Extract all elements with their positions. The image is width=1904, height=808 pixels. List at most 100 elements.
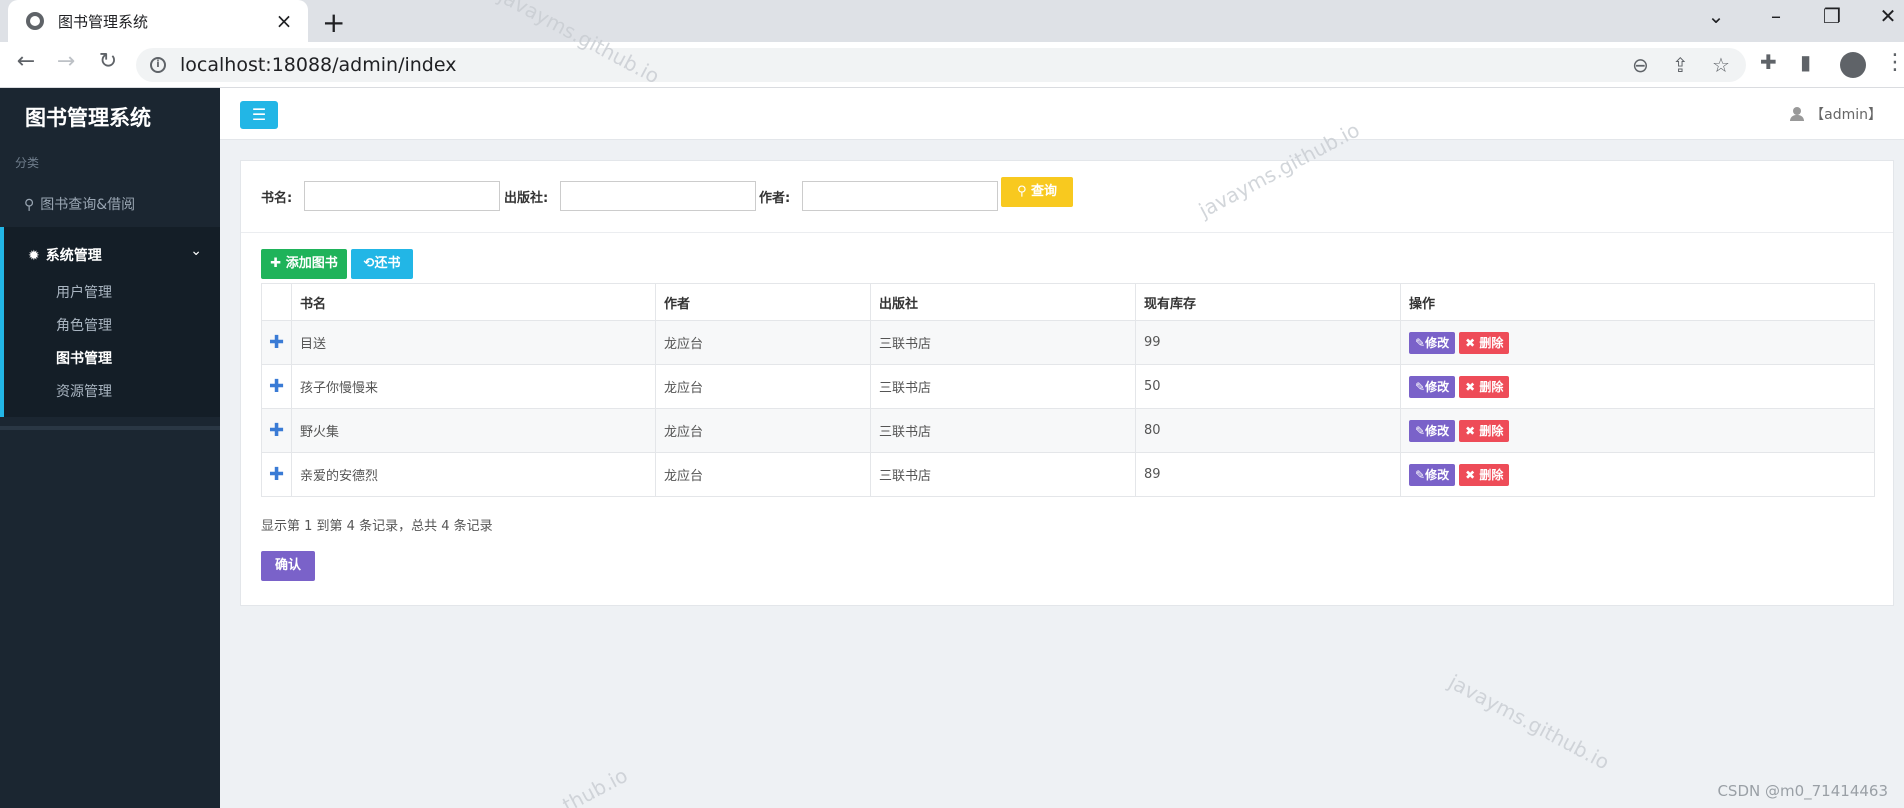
user-icon	[1790, 107, 1805, 121]
column-header-actions: 操作	[1400, 283, 1875, 321]
author-input[interactable]	[802, 181, 998, 211]
sidebar-item-books[interactable]: 图书管理	[56, 348, 112, 368]
cell-title: 孩子你慢慢来	[291, 364, 656, 409]
browser-menu-icon[interactable]: ⋮	[1884, 50, 1904, 75]
table-row: ✚ 亲爱的安德烈 龙应台 三联书店 89 ✎修改 ✖ 删除	[261, 452, 1875, 497]
sidebar-item-resources[interactable]: 资源管理	[56, 381, 112, 401]
close-tab-icon[interactable]: ×	[274, 9, 294, 33]
book-name-input[interactable]	[304, 181, 500, 211]
extensions-icon[interactable]: ✚	[1760, 50, 1777, 74]
user-name: 【admin】	[1810, 107, 1882, 123]
zoom-icon[interactable]: ⊖	[1632, 53, 1649, 77]
sidebar-group-system: ✹ 系统管理 ⌄ 用户管理 角色管理 图书管理 资源管理	[0, 227, 220, 417]
new-tab-icon[interactable]: +	[322, 6, 345, 39]
edit-button[interactable]: ✎修改	[1409, 419, 1456, 442]
share-icon[interactable]: ⇪	[1672, 53, 1689, 77]
return-book-label: 还书	[374, 256, 401, 271]
browser-tab[interactable]: 图书管理系统 ×	[8, 0, 308, 42]
cell-stock: 80	[1135, 408, 1401, 453]
sidebar-group-label: 系统管理	[45, 248, 102, 264]
query-label: 查询	[1031, 184, 1058, 199]
column-header-title[interactable]: 书名	[291, 283, 656, 321]
return-book-button[interactable]: ⟲还书	[351, 249, 413, 279]
column-header-stock[interactable]: 现有库存	[1135, 283, 1401, 321]
cell-publisher: 三联书店	[870, 364, 1136, 409]
window-close-icon[interactable]: ✕	[1868, 4, 1904, 28]
cell-actions: ✎修改 ✖ 删除	[1400, 408, 1875, 453]
chevron-down-icon[interactable]: ⌄	[190, 243, 202, 259]
cell-title: 目送	[291, 320, 656, 365]
sidebar-divider	[0, 426, 220, 430]
expand-row-icon[interactable]: ✚	[261, 320, 292, 365]
table-row: ✚ 野火集 龙应台 三联书店 80 ✎修改 ✖ 删除	[261, 408, 1875, 453]
confirm-button[interactable]: 确认	[261, 551, 315, 581]
bookmark-star-icon[interactable]: ☆	[1712, 53, 1730, 77]
edit-icon: ✎	[1415, 467, 1426, 482]
minimize-icon[interactable]: –	[1756, 4, 1796, 28]
cell-actions: ✎修改 ✖ 删除	[1400, 364, 1875, 409]
cell-publisher: 三联书店	[870, 320, 1136, 365]
info-icon[interactable]: i	[150, 57, 166, 73]
side-panel-icon[interactable]: ▮	[1800, 50, 1811, 74]
edit-icon: ✎	[1415, 379, 1426, 394]
category-label: 分类	[15, 156, 40, 170]
browser-tabstrip: 图书管理系统 × + ⌄ – ❐ ✕	[0, 0, 1904, 42]
column-header-publisher[interactable]: 出版社	[870, 283, 1136, 321]
watermark: thub.io	[558, 762, 632, 808]
delete-button[interactable]: ✖ 删除	[1459, 463, 1510, 486]
gear-icon: ✹	[28, 248, 40, 264]
edit-button[interactable]: ✎修改	[1409, 375, 1456, 398]
edit-label: 修改	[1425, 423, 1450, 438]
sidebar-item-label: 图书查询&借阅	[40, 197, 136, 213]
cell-title: 野火集	[291, 408, 656, 453]
menu-icon: ☰	[251, 105, 267, 124]
back-icon[interactable]: ←	[10, 49, 42, 74]
watermark: javayms.github.io	[1444, 669, 1614, 775]
cell-stock: 50	[1135, 364, 1401, 409]
cell-author: 龙应台	[655, 364, 871, 409]
profile-avatar-icon[interactable]	[1840, 52, 1866, 78]
reload-icon[interactable]: ↻	[92, 49, 124, 74]
sidebar-item-roles[interactable]: 角色管理	[56, 315, 112, 335]
sidebar-item-book-search[interactable]: ⚲ 图书查询&借阅	[24, 194, 135, 214]
expand-row-icon[interactable]: ✚	[261, 364, 292, 409]
add-book-button[interactable]: ✚ 添加图书	[261, 249, 347, 279]
cell-publisher: 三联书店	[870, 408, 1136, 453]
tab-title: 图书管理系统	[58, 12, 149, 31]
delete-button[interactable]: ✖ 删除	[1459, 419, 1510, 442]
forward-icon[interactable]: →	[50, 49, 82, 74]
tab-search-icon[interactable]: ⌄	[1696, 4, 1736, 28]
browser-toolbar: ← → ↻ i localhost:18088/admin/index ⊖ ⇪ …	[0, 42, 1904, 88]
restore-icon[interactable]: ❐	[1812, 4, 1852, 28]
cell-author: 龙应台	[655, 408, 871, 453]
query-button[interactable]: ⚲ 查询	[1001, 177, 1073, 207]
expand-row-icon[interactable]: ✚	[261, 452, 292, 497]
column-header-author[interactable]: 作者	[655, 283, 871, 321]
delete-icon: ✖	[1465, 467, 1476, 482]
table-row: ✚ 目送 龙应台 三联书店 99 ✎修改 ✖ 删除	[261, 320, 1875, 365]
publisher-input[interactable]	[560, 181, 756, 211]
cell-stock: 99	[1135, 320, 1401, 365]
delete-label: 删除	[1479, 335, 1504, 350]
sidebar-group-header[interactable]: ✹ 系统管理	[28, 245, 102, 265]
delete-button[interactable]: ✖ 删除	[1459, 331, 1510, 354]
cell-author: 龙应台	[655, 320, 871, 365]
delete-icon: ✖	[1465, 335, 1476, 350]
sidebar-toggle-button[interactable]: ☰	[240, 101, 278, 129]
edit-label: 修改	[1425, 379, 1450, 394]
book-name-label: 书名:	[261, 191, 293, 206]
delete-button[interactable]: ✖ 删除	[1459, 375, 1510, 398]
sidebar-item-users[interactable]: 用户管理	[56, 282, 112, 302]
edit-button[interactable]: ✎修改	[1409, 463, 1456, 486]
search-form: 书名: 出版社: 作者: ⚲ 查询	[241, 161, 1893, 233]
delete-label: 删除	[1479, 467, 1504, 482]
refresh-icon: ⟲	[363, 256, 375, 271]
edit-button[interactable]: ✎修改	[1409, 331, 1456, 354]
edit-label: 修改	[1425, 467, 1450, 482]
user-menu[interactable]: 【admin】	[1790, 104, 1882, 124]
address-bar[interactable]: i localhost:18088/admin/index ⊖ ⇪ ☆	[136, 48, 1746, 82]
sidebar: 图书管理系统 分类 ⚲ 图书查询&借阅 ✹ 系统管理 ⌄ 用户管理 角色管理 图书管…	[0, 88, 220, 808]
expand-row-icon[interactable]: ✚	[261, 408, 292, 453]
url-text: localhost:18088/admin/index	[180, 54, 457, 76]
cell-actions: ✎修改 ✖ 删除	[1400, 452, 1875, 497]
